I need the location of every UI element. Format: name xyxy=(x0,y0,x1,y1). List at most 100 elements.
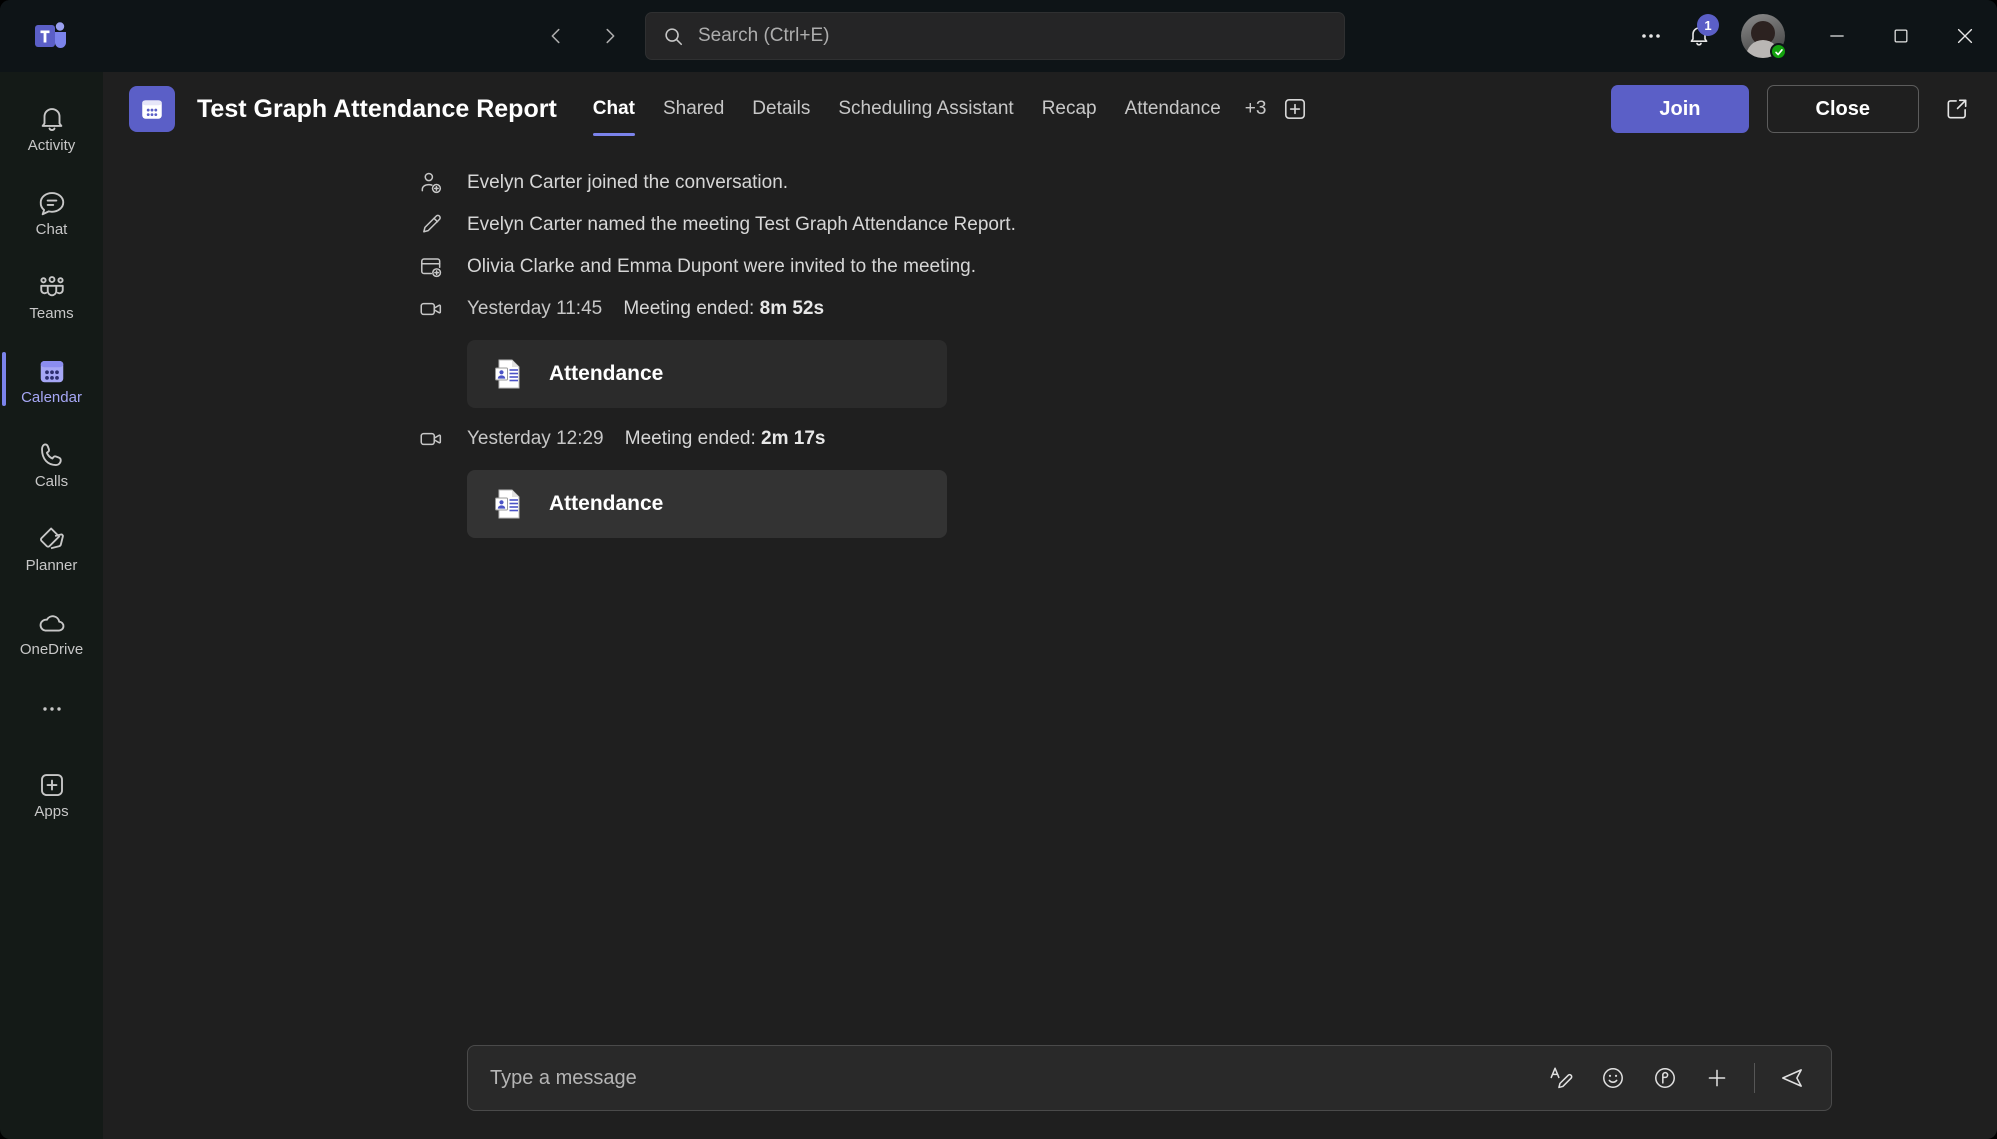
meeting-header-actions: Join Close xyxy=(1611,85,1977,133)
meeting-ended-label: Meeting ended: xyxy=(624,428,756,449)
teams-window: Search (Ctrl+E) 1 Activity Chat Teams Ca… xyxy=(0,0,1997,1139)
search-placeholder: Search (Ctrl+E) xyxy=(698,25,830,46)
video-icon xyxy=(417,295,445,323)
tab-details[interactable]: Details xyxy=(738,72,824,146)
sidebar-item-apps[interactable]: Apps xyxy=(0,752,103,836)
tab-label: Recap xyxy=(1041,98,1097,119)
send-icon[interactable] xyxy=(1771,1057,1813,1099)
calendar-meeting-icon xyxy=(129,86,175,132)
tab-label: Attendance xyxy=(1124,98,1221,119)
notifications-button[interactable]: 1 xyxy=(1675,12,1723,60)
sidebar-item-label: Calendar xyxy=(21,388,82,406)
sidebar-item-label: OneDrive xyxy=(19,640,84,658)
emoji-icon[interactable] xyxy=(1592,1057,1634,1099)
attach-plus-icon[interactable] xyxy=(1696,1057,1738,1099)
meeting-ended-text: Yesterday 12:29 Meeting ended: 2m 17s xyxy=(467,428,826,450)
avatar[interactable] xyxy=(1741,14,1787,60)
sidebar-item-onedrive[interactable]: OneDrive xyxy=(0,590,103,674)
search-icon xyxy=(662,25,684,47)
page-title: Test Graph Attendance Report xyxy=(197,94,557,123)
meeting-header: Test Graph Attendance Report Chat Shared… xyxy=(103,72,1997,146)
attendance-report-icon xyxy=(491,486,527,522)
attendance-card-name: Attendance xyxy=(549,492,664,515)
meeting-duration: 2m 17s xyxy=(761,428,826,449)
back-button[interactable] xyxy=(536,16,576,56)
attendance-card[interactable]: Attendance xyxy=(467,340,947,408)
people-icon xyxy=(37,272,67,302)
meeting-ended-row: Yesterday 12:29 Meeting ended: 2m 17s xyxy=(103,418,1997,460)
sidebar-item-chat[interactable]: Chat xyxy=(0,170,103,254)
system-message-text: Evelyn Carter joined the conversation. xyxy=(467,172,789,193)
divider xyxy=(1754,1063,1755,1093)
video-icon xyxy=(417,425,445,453)
compose-area: Type a message xyxy=(103,1045,1997,1139)
close-meeting-button[interactable]: Close xyxy=(1766,85,1919,133)
nav-buttons xyxy=(536,16,630,56)
system-message: Evelyn Carter joined the conversation. xyxy=(103,162,1997,204)
meeting-ended-row: Yesterday 11:45 Meeting ended: 8m 52s xyxy=(103,288,1997,330)
plus-square-icon xyxy=(37,770,67,800)
meeting-time: Yesterday 11:45 xyxy=(467,298,603,319)
calendar-add-icon xyxy=(417,253,445,281)
tab-attendance[interactable]: Attendance xyxy=(1111,72,1235,146)
sidebar-more-button[interactable] xyxy=(0,674,103,744)
message-input[interactable]: Type a message xyxy=(467,1045,1832,1111)
sidebar-item-calls[interactable]: Calls xyxy=(0,422,103,506)
sidebar-item-label: Teams xyxy=(29,304,74,322)
attendance-report-icon xyxy=(491,356,527,392)
sidebar-item-label: Apps xyxy=(34,802,69,820)
app-body: Activity Chat Teams Calendar Calls Plann… xyxy=(0,72,1997,1139)
attendance-card-name: Attendance xyxy=(549,362,664,385)
more-options-button[interactable] xyxy=(1627,12,1675,60)
tab-bar: Chat Shared Details Scheduling Assistant… xyxy=(579,72,1311,146)
notification-badge: 1 xyxy=(1697,14,1719,36)
compose-tools xyxy=(1540,1057,1813,1099)
sidebar-item-activity[interactable]: Activity xyxy=(0,86,103,170)
attendance-card[interactable]: Attendance xyxy=(467,470,947,538)
sidebar: Activity Chat Teams Calendar Calls Plann… xyxy=(0,72,103,1139)
tab-recap[interactable]: Recap xyxy=(1028,72,1111,146)
meeting-ended-label: Meeting ended: xyxy=(623,298,755,319)
tab-label: Chat xyxy=(592,98,635,119)
format-text-icon[interactable] xyxy=(1540,1057,1582,1099)
tab-label: Shared xyxy=(663,98,725,119)
bell-icon xyxy=(37,104,67,134)
tab-scheduling-assistant[interactable]: Scheduling Assistant xyxy=(824,72,1027,146)
chat-bubble-icon xyxy=(37,188,67,218)
tab-overflow-count[interactable]: +3 xyxy=(1235,98,1277,120)
tab-shared[interactable]: Shared xyxy=(649,72,738,146)
minimize-button[interactable] xyxy=(1805,0,1869,72)
teams-logo-icon xyxy=(0,20,100,52)
meeting-time: Yesterday 12:29 xyxy=(467,428,604,449)
sidebar-item-planner[interactable]: Planner xyxy=(0,506,103,590)
chat-messages: Evelyn Carter joined the conversation. E… xyxy=(103,146,1997,1045)
tab-label: Details xyxy=(752,98,811,119)
main-content: Test Graph Attendance Report Chat Shared… xyxy=(103,72,1997,1139)
maximize-button[interactable] xyxy=(1869,0,1933,72)
titlebar-right: 1 xyxy=(1627,0,1997,72)
calendar-icon xyxy=(37,356,67,386)
system-message: Olivia Clarke and Emma Dupont were invit… xyxy=(103,246,1997,288)
pencil-icon xyxy=(417,211,445,239)
presence-available-icon xyxy=(1770,43,1787,60)
add-tab-button[interactable] xyxy=(1280,94,1310,124)
message-placeholder: Type a message xyxy=(490,1066,637,1089)
tab-label: Scheduling Assistant xyxy=(838,98,1014,119)
person-add-icon xyxy=(417,169,445,197)
loop-icon[interactable] xyxy=(1644,1057,1686,1099)
system-message-text: Evelyn Carter named the meeting Test Gra… xyxy=(467,214,1016,235)
sidebar-item-teams[interactable]: Teams xyxy=(0,254,103,338)
system-message-text: Olivia Clarke and Emma Dupont were invit… xyxy=(467,256,977,277)
planner-icon xyxy=(37,524,67,554)
close-button[interactable] xyxy=(1933,0,1997,72)
sidebar-item-label: Chat xyxy=(35,220,68,238)
sidebar-item-calendar[interactable]: Calendar xyxy=(0,338,103,422)
join-button[interactable]: Join xyxy=(1611,85,1749,133)
window-controls xyxy=(1805,0,1997,72)
cloud-icon xyxy=(37,608,67,638)
search-input[interactable]: Search (Ctrl+E) xyxy=(645,12,1345,60)
open-in-new-icon[interactable] xyxy=(1937,89,1977,129)
meeting-ended-text: Yesterday 11:45 Meeting ended: 8m 52s xyxy=(467,298,824,320)
forward-button[interactable] xyxy=(590,16,630,56)
tab-chat[interactable]: Chat xyxy=(579,72,649,146)
